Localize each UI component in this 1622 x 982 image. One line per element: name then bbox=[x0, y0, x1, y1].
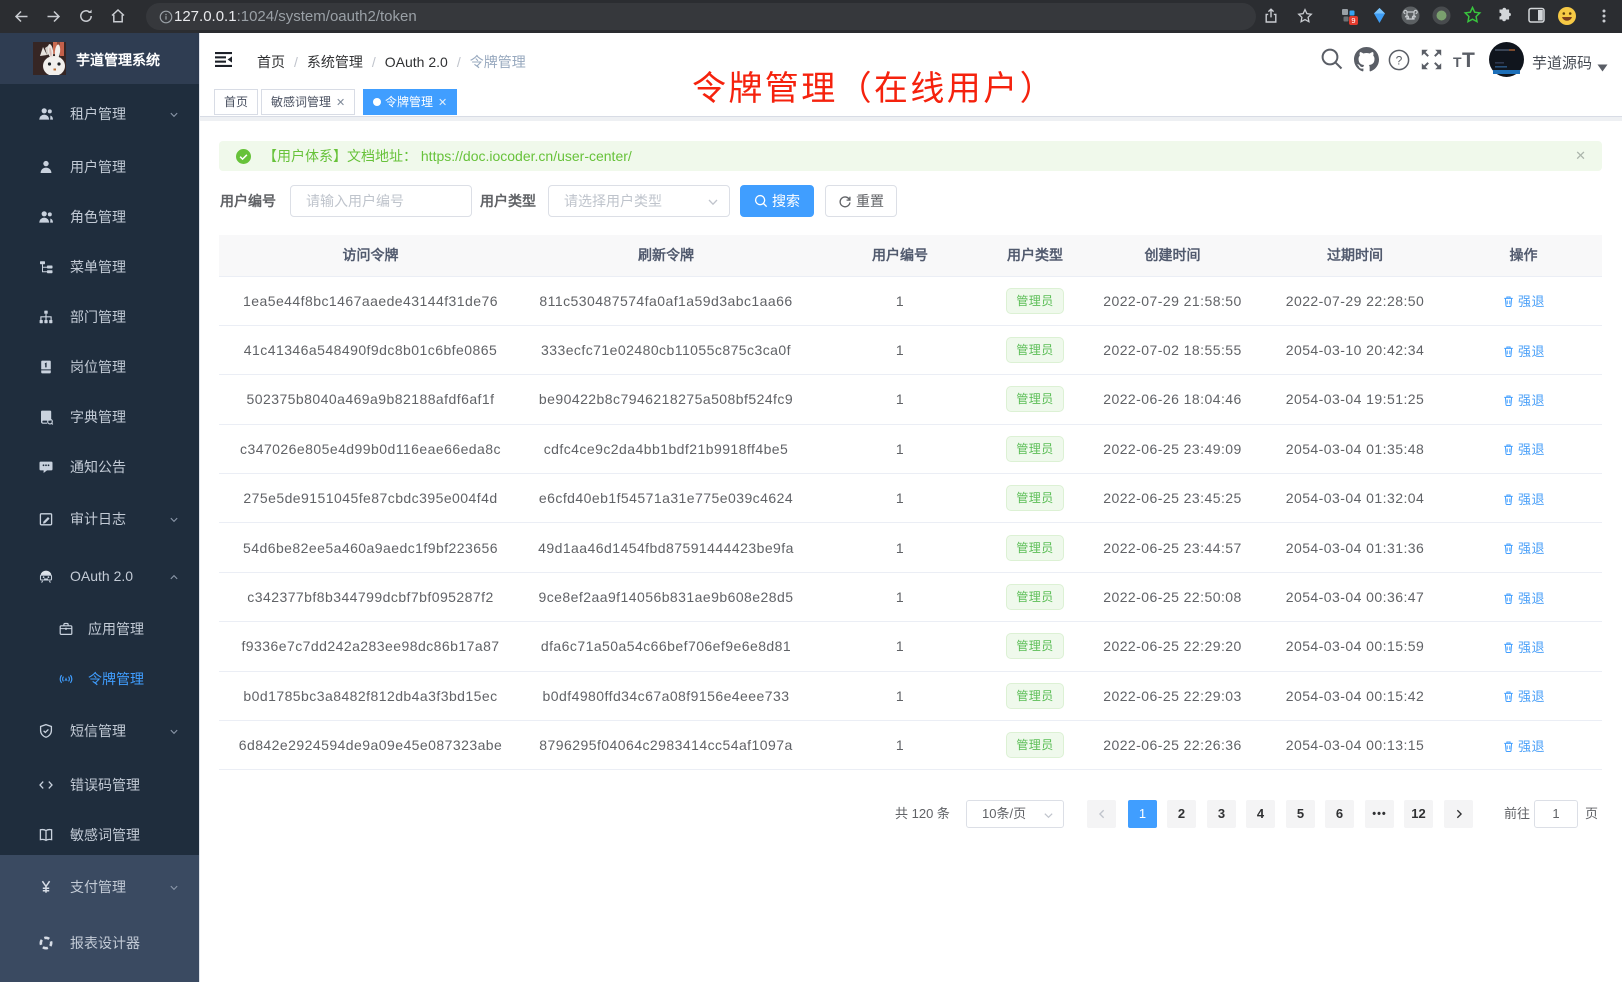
svg-text:T: T bbox=[1462, 49, 1475, 71]
svg-text:9: 9 bbox=[1351, 16, 1355, 25]
svg-text:?: ? bbox=[1396, 53, 1403, 67]
svg-text:T: T bbox=[1453, 54, 1462, 70]
